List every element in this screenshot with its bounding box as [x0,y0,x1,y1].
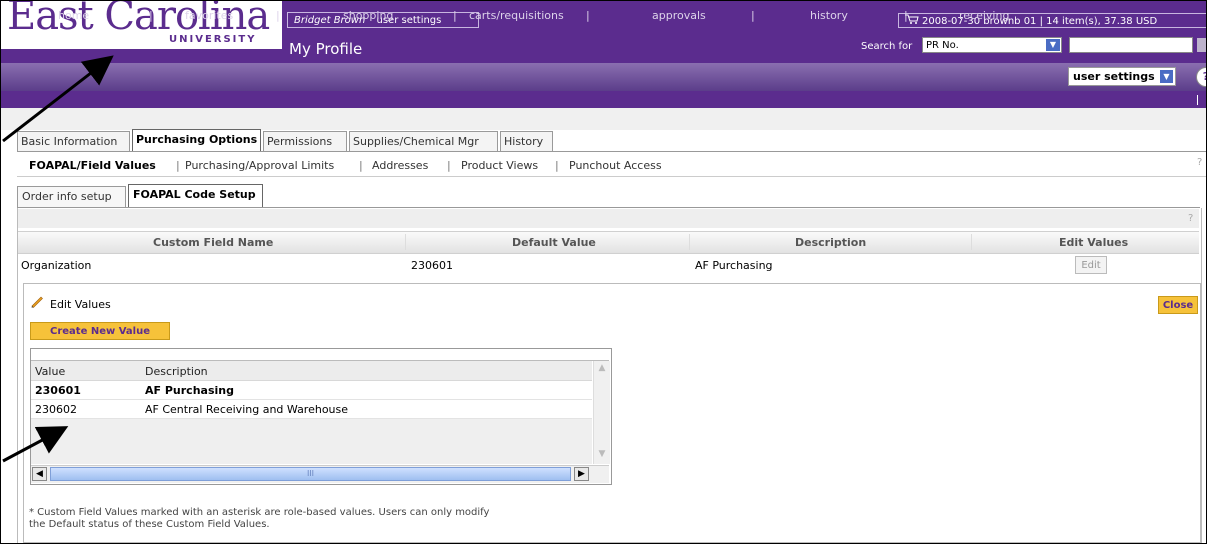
nav-separator: | [276,9,280,22]
nav-history[interactable]: history [810,9,848,22]
footnote-line: the Default status of these Custom Field… [29,519,270,530]
tab-purchasing-approval-limits[interactable]: Purchasing/Approval Limits [185,159,334,172]
value-cell: 230601 [35,384,81,397]
column-header: Custom Field Name [153,236,274,249]
nav-receiving[interactable]: receiving [959,9,1009,22]
tab-basic-information[interactable]: Basic Information [17,131,130,151]
nav-separator: | [751,9,755,22]
search-label: Search for [861,41,913,52]
scroll-thumb[interactable]: III [50,467,571,481]
search-type-value: PR No. [926,40,959,51]
nav-separator: | [586,9,590,22]
grid-toolbar [31,349,609,361]
column-header: Edit Values [1059,236,1129,249]
page-title: My Profile [289,40,363,58]
tab-purchasing-options[interactable]: Purchasing Options [132,129,261,151]
custom-fields-header: Custom Field Name Default Value Descript… [18,231,1199,254]
user-settings-select-value: user settings [1073,70,1155,83]
nav-separator: | [149,9,153,22]
default-value: 230601 [411,259,453,272]
chevron-down-icon: ▼ [1046,39,1060,51]
tab-addresses[interactable]: Addresses [372,159,428,172]
footnote: * Custom Field Values marked with an ast… [29,507,629,531]
scroll-down-icon[interactable]: ▼ [596,449,608,461]
help-icon[interactable]: ? [1188,213,1193,224]
table-row[interactable]: 230602 AF Central Receiving and Warehous… [31,400,592,419]
column-header: Default Value [512,236,596,249]
tab-separator: | [447,159,451,172]
main-nav [1,63,1206,91]
tab-punchout-access[interactable]: Punchout Access [569,159,662,172]
tab-order-info-setup[interactable]: Order info setup [17,186,126,207]
search-input[interactable] [1069,37,1193,53]
column-divider [689,234,690,250]
column-divider [405,234,406,250]
column-header: Description [795,236,867,249]
column-divider [971,234,972,250]
user-settings-select[interactable]: user settings ▼ [1068,67,1176,86]
field-description: AF Purchasing [695,259,773,272]
chevron-down-icon: ▼ [1160,70,1173,83]
description-cell: AF Central Receiving and Warehouse [145,403,349,416]
nav-favorites[interactable]: favorites [185,9,233,22]
university-logo[interactable]: East Carolina UNIVERSITY [1,1,282,49]
tab-separator: | [176,159,180,172]
nav-home[interactable]: home [58,9,89,22]
create-new-value-button[interactable]: Create New Value [30,322,170,340]
values-grid: Value Description 230601 AF Purchasing 2… [30,348,612,485]
tab-foapal-field-values[interactable]: FOAPAL/Field Values [29,159,156,172]
strip-divider [1197,95,1198,105]
scroll-up-icon[interactable]: ▲ [596,363,608,375]
scroll-left-icon[interactable]: ◀ [32,467,47,481]
nav-carts-requisitions[interactable]: carts/requisitions [469,9,564,22]
close-button[interactable]: Close [1158,296,1198,314]
column-header: Description [145,365,208,378]
custom-field-name: Organization [21,259,92,272]
edit-values-title: Edit Values [50,298,111,311]
nav-approvals[interactable]: approvals [652,9,706,22]
edit-button[interactable]: Edit [1075,256,1107,274]
grid-empty-area [31,419,592,464]
tab-history[interactable]: History [500,131,553,151]
app-window: East Carolina UNIVERSITY Bridget Brown u… [0,0,1207,544]
nav-separator: | [904,9,908,22]
scroll-right-icon[interactable]: ▶ [574,467,589,481]
vertical-scrollbar[interactable]: ▲ ▼ [593,361,610,464]
tab-supplies-chemical-mgr[interactable]: Supplies/Chemical Mgr [349,131,498,151]
grid-header: Value Description [31,361,592,381]
tab-separator: | [359,159,363,172]
tab-separator: | [555,159,559,172]
table-row: Organization 230601 AF Purchasing [18,254,1199,278]
value-cell: 230602 [35,403,77,416]
tab-permissions[interactable]: Permissions [263,131,347,151]
logo-subtext: UNIVERSITY [169,34,257,45]
secondary-tabs: FOAPAL/Field Values | Purchasing/Approva… [17,152,1206,177]
tab-foapal-code-setup[interactable]: FOAPAL Code Setup [128,184,263,207]
pencil-icon [31,296,43,308]
cart-summary[interactable]: 2008-07-30 brownb 01 | 14 item(s), 37.38… [898,13,1206,28]
help-icon[interactable]: ? [1197,157,1202,168]
search-go-button[interactable] [1197,38,1206,52]
section-subbar [18,209,1199,228]
nav-separator: | [453,9,457,22]
nav-shopping[interactable]: shopping [343,9,393,22]
column-header: Value [35,365,66,378]
horizontal-scrollbar[interactable]: ◀ III ▶ [31,465,609,483]
tab-product-views[interactable]: Product Views [461,159,538,172]
content-top-bar [1,108,1206,130]
footnote-line: * Custom Field Values marked with an ast… [29,507,490,518]
table-row[interactable]: 230601 AF Purchasing [31,381,592,400]
cart-info-text: 2008-07-30 brownb 01 | 14 item(s), 37.38… [922,16,1158,27]
search-type-select[interactable]: PR No. ▼ [922,37,1062,53]
description-cell: AF Purchasing [145,384,234,397]
header-strip [1,91,1206,108]
